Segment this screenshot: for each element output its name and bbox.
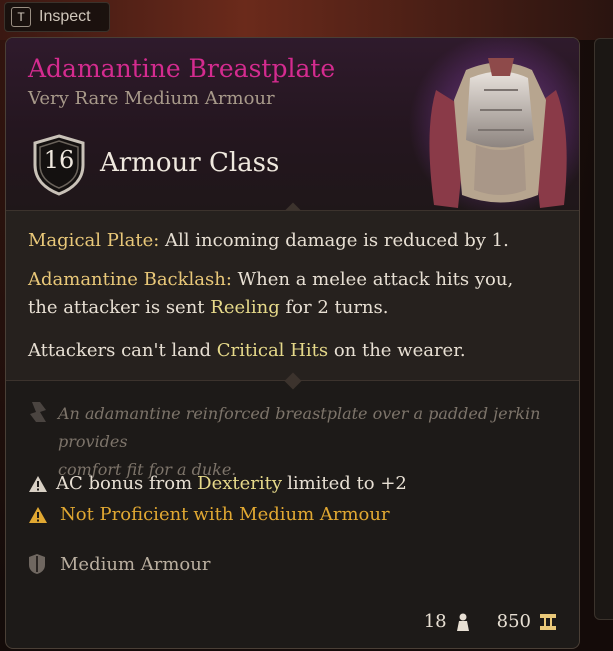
property-text: on the wearer. — [333, 340, 466, 361]
warning-icon — [29, 506, 47, 523]
properties-section: Magical Plate: All incoming damage is re… — [6, 211, 579, 381]
property-name: Magical Plate: — [28, 230, 160, 251]
item-tooltip: Adamantine Breastplate Very Rare Medium … — [5, 37, 580, 649]
armour-class-label: Armour Class — [100, 148, 280, 178]
keyword-dexterity[interactable]: Dexterity — [197, 473, 282, 494]
proficiency-row: Not Proficient with Medium Armour — [28, 504, 390, 525]
property-critical-immunity: Attackers can't land Critical Hits on th… — [28, 337, 548, 365]
inspect-key: T — [11, 7, 31, 27]
armour-class-value: 16 — [43, 146, 75, 174]
dex-limit-row: AC bonus from Dexterity limited to +2 — [28, 473, 407, 494]
item-name: Adamantine Breastplate — [28, 54, 336, 83]
property-text: Attackers can't land — [28, 340, 211, 361]
armour-category: Medium Armour — [60, 553, 211, 575]
property-text: All incoming damage is reduced by 1. — [165, 230, 509, 251]
property-name: Adamantine Backlash: — [28, 269, 232, 290]
inspect-hint[interactable]: T Inspect — [4, 2, 110, 32]
property-magical-plate: Magical Plate: All incoming damage is re… — [28, 227, 548, 255]
property-adamantine-backlash: Adamantine Backlash: When a melee attack… — [28, 266, 548, 322]
warning-icon — [29, 475, 47, 492]
property-text: the attacker is sent — [28, 297, 205, 318]
item-rarity: Very Rare Medium Armour — [28, 88, 275, 109]
weight-icon — [456, 613, 469, 631]
dex-limit-prefix: AC bonus from — [56, 473, 193, 494]
property-text: When a melee attack hits you, — [237, 269, 514, 290]
keyword-critical-hits[interactable]: Critical Hits — [217, 340, 328, 361]
tooltip-header: Adamantine Breastplate Very Rare Medium … — [6, 38, 579, 215]
weight-value: 18 — [423, 611, 447, 632]
flavor-icon — [30, 402, 46, 422]
side-panel — [594, 38, 613, 620]
breastplate-image — [409, 38, 579, 215]
proficiency-suffix: with Medium Armour — [193, 504, 390, 525]
item-footer: 18 850 — [424, 611, 557, 632]
inspect-label: Inspect — [39, 8, 91, 25]
flavor-line: An adamantine reinforced breastplate ove… — [58, 404, 541, 451]
armour-category-icon — [29, 554, 45, 574]
property-text: for 2 turns. — [285, 297, 389, 318]
not-proficient-label: Not Proficient — [60, 504, 189, 525]
gold-icon — [540, 613, 556, 630]
dex-limit-suffix: limited to +2 — [287, 473, 407, 494]
keyword-reeling[interactable]: Reeling — [210, 297, 280, 318]
gold-value: 850 — [496, 611, 531, 632]
armour-category-row: Medium Armour — [28, 553, 210, 575]
flavor-text: An adamantine reinforced breastplate ove… — [58, 400, 558, 484]
